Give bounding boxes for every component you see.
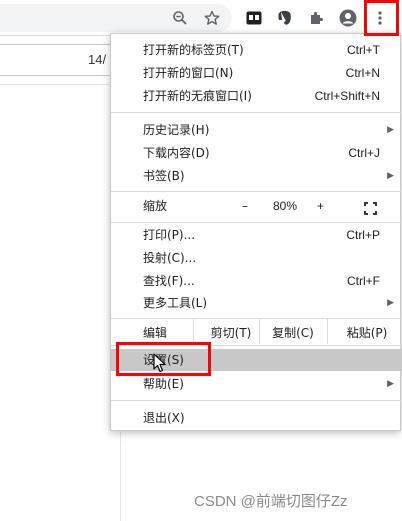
menu-item-label: 下载内容(D) (143, 146, 210, 160)
menu-item-shortcut: Ctrl+J (348, 146, 380, 160)
watermark: CSDN @前端切图仔Zz (194, 493, 348, 510)
paste-button[interactable]: 粘贴(P) (333, 322, 401, 344)
zoom-in-button[interactable]: + (317, 195, 324, 217)
menu-item-label: 退出(X) (143, 411, 185, 425)
menu-item-label: 帮助(E) (143, 377, 184, 391)
zoom-row: 缩放 – 80% + (111, 195, 402, 217)
menu-item-label: 打印(P)... (143, 228, 196, 242)
star-icon[interactable] (201, 7, 223, 29)
browser-toolbar (0, 0, 402, 36)
menu-item-history[interactable]: 历史记录(H) ▶ (111, 119, 402, 141)
menu-separator (111, 112, 402, 113)
menu-item-shortcut: Ctrl+F (347, 274, 380, 288)
menu-item-label: 历史记录(H) (143, 123, 210, 137)
menu-item-new-window[interactable]: 打开新的窗口(N) Ctrl+N (111, 62, 402, 84)
menu-item-incognito-window[interactable]: 打开新的无痕窗口(I) Ctrl+Shift+N (111, 85, 402, 107)
menu-item-new-tab[interactable]: 打开新的标签页(T) Ctrl+T (111, 39, 402, 61)
menu-item-cast[interactable]: 投射(C)... (111, 247, 402, 269)
cut-button[interactable]: 剪切(T) (205, 322, 257, 344)
menu-separator (111, 318, 402, 319)
page-vertical-divider (120, 432, 121, 521)
menu-item-label: 打开新的无痕窗口(I) (143, 89, 252, 103)
submenu-arrow-icon: ▶ (387, 125, 394, 135)
evernote-icon[interactable] (274, 7, 296, 29)
zoom-out-button[interactable]: – (242, 195, 248, 217)
submenu-arrow-icon: ▶ (387, 298, 394, 308)
highlight-more-button (364, 0, 399, 36)
menu-item-shortcut: Ctrl+Shift+N (314, 89, 380, 103)
menu-item-more-tools[interactable]: 更多工具(L) ▶ (111, 292, 402, 314)
edit-row: 编辑 剪切(T) 复制(C) 粘贴(P) (111, 322, 402, 344)
menu-separator (111, 222, 402, 223)
copy-button[interactable]: 复制(C) (259, 322, 327, 344)
zoom-level: 80% (273, 199, 298, 213)
menu-separator (111, 400, 402, 401)
menu-item-help[interactable]: 帮助(E) ▶ (111, 373, 402, 395)
edit-divider (193, 318, 194, 344)
extension-app-icon[interactable] (243, 7, 265, 29)
menu-item-bookmarks[interactable]: 书签(B) ▶ (111, 165, 402, 187)
highlight-settings (116, 342, 211, 376)
edit-label: 编辑 (143, 326, 168, 340)
account-icon[interactable] (337, 7, 359, 29)
menu-item-downloads[interactable]: 下载内容(D) Ctrl+J (111, 142, 402, 164)
address-bar[interactable] (0, 4, 232, 32)
menu-item-label: 查找(F)... (143, 274, 195, 288)
menu-item-label: 打开新的标签页(T) (143, 43, 244, 57)
menu-item-shortcut: Ctrl+T (347, 43, 380, 57)
zoom-icon[interactable] (169, 7, 191, 29)
menu-item-print[interactable]: 打印(P)... Ctrl+P (111, 224, 402, 246)
menu-item-label: 投射(C)... (143, 251, 197, 265)
fullscreen-icon[interactable] (364, 200, 377, 222)
menu-item-label: 书签(B) (143, 169, 185, 183)
page-divider (0, 84, 112, 85)
menu-item-shortcut: Ctrl+P (346, 228, 380, 242)
submenu-arrow-icon: ▶ (387, 379, 394, 389)
edit-divider (327, 318, 328, 344)
submenu-arrow-icon: ▶ (387, 171, 394, 181)
page-text: 14/ (88, 52, 107, 67)
zoom-label: 缩放 (143, 199, 168, 213)
edit-divider (259, 318, 260, 344)
menu-item-exit[interactable]: 退出(X) (111, 407, 402, 429)
menu-item-shortcut: Ctrl+N (345, 66, 380, 80)
menu-item-label: 打开新的窗口(N) (143, 66, 234, 80)
puzzle-icon[interactable] (306, 7, 328, 29)
menu-separator (111, 191, 402, 192)
menu-item-find[interactable]: 查找(F)... Ctrl+F (111, 270, 402, 292)
menu-item-label: 更多工具(L) (143, 296, 208, 310)
